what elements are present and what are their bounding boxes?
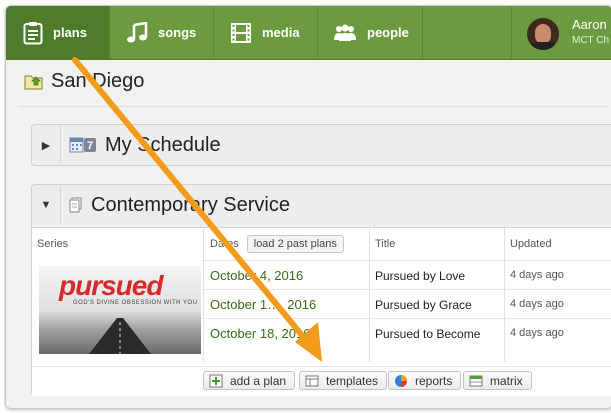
- col-series: Series: [37, 238, 69, 250]
- people-icon: [334, 24, 356, 41]
- plan-updated: 4 days ago: [510, 327, 564, 339]
- clipboard-icon: [23, 21, 43, 44]
- collapse-caret-icon[interactable]: ▼: [32, 199, 60, 211]
- avatar: [527, 18, 559, 50]
- document-icon: [69, 197, 82, 213]
- service-title: Contemporary Service: [91, 193, 290, 216]
- tab-media[interactable]: media: [214, 6, 318, 59]
- user-menu[interactable]: Aaron MCT Ch: [511, 6, 611, 59]
- schedule-panel: ▶ 7 My Schedule: [31, 124, 611, 166]
- template-icon: [305, 375, 319, 386]
- series-artwork[interactable]: pursued GOD'S DIVINE OBSESSION WITH YOU: [39, 266, 201, 354]
- add-plan-icon: [209, 374, 223, 387]
- plan-date[interactable]: October 1…, 2016: [210, 297, 316, 312]
- templates-label: templates: [326, 373, 379, 388]
- calendar-icon: 7: [69, 137, 96, 153]
- calendar-day: 7: [87, 140, 93, 152]
- tab-people[interactable]: people: [318, 6, 423, 59]
- plan-updated: 4 days ago: [510, 269, 564, 281]
- plan-title: Pursued by Love: [375, 269, 466, 283]
- table-row[interactable]: October 1…, 2016 Pursued by Grace 4 days…: [203, 289, 611, 319]
- service-panel: ▼ Contemporary Service Series Dates load …: [31, 184, 611, 396]
- matrix-button[interactable]: matrix: [463, 371, 532, 390]
- table-row[interactable]: October 4, 2016 Pursued by Love 4 days a…: [203, 260, 611, 290]
- add-plan-button[interactable]: add a plan: [203, 371, 296, 390]
- top-nav: plans songs media people Aaron MCT Ch: [6, 6, 611, 60]
- expand-caret-icon[interactable]: ▶: [32, 139, 60, 152]
- add-plan-label: add a plan: [230, 373, 287, 388]
- plan-title: Pursued to Become: [375, 327, 481, 341]
- pie-chart-icon: [395, 374, 407, 387]
- plan-title: Pursued by Grace: [375, 298, 472, 312]
- reports-label: reports: [415, 373, 453, 388]
- schedule-header[interactable]: ▶ 7 My Schedule: [32, 125, 221, 165]
- tab-media-label: media: [262, 25, 300, 40]
- plan-updated: 4 days ago: [510, 298, 564, 310]
- tab-plans[interactable]: plans: [6, 6, 110, 59]
- service-header[interactable]: ▼ Contemporary Service: [32, 185, 290, 225]
- matrix-icon: [469, 375, 483, 386]
- tab-songs[interactable]: songs: [110, 6, 214, 59]
- tab-songs-label: songs: [158, 25, 197, 40]
- plan-actions: add a plan templates reports matrix: [32, 366, 611, 397]
- col-updated: Updated: [510, 238, 552, 250]
- series-tagline: GOD'S DIVINE OBSESSION WITH YOU: [73, 300, 198, 306]
- folder-icon: [24, 75, 43, 89]
- col-dates: Dates load 2 past plans: [210, 228, 344, 260]
- tab-plans-label: plans: [53, 25, 87, 40]
- user-name: Aaron: [572, 17, 607, 32]
- col-title: Title: [375, 238, 396, 250]
- divider: [18, 106, 608, 107]
- series-logo-text: pursued: [59, 270, 163, 301]
- app-window: plans songs media people Aaron MCT Ch Sa…: [5, 5, 611, 409]
- matrix-label: matrix: [490, 373, 523, 388]
- page-title: San Diego: [51, 70, 145, 92]
- reports-button[interactable]: reports: [388, 371, 462, 390]
- music-note-icon: [127, 21, 148, 42]
- templates-button[interactable]: templates: [299, 371, 388, 390]
- tab-people-label: people: [367, 25, 409, 40]
- plan-date[interactable]: October 18, 2016: [210, 326, 310, 341]
- schedule-title: My Schedule: [105, 133, 221, 156]
- plan-date[interactable]: October 4, 2016: [210, 268, 303, 283]
- table-row[interactable]: October 18, 2016 Pursued to Become 4 day…: [203, 318, 611, 348]
- plans-table: Series Dates load 2 past plans Title Upda…: [32, 227, 611, 396]
- film-icon: [231, 22, 251, 43]
- load-past-plans-button[interactable]: load 2 past plans: [246, 235, 344, 253]
- breadcrumb: San Diego: [24, 70, 144, 93]
- user-org: MCT Ch: [572, 35, 610, 46]
